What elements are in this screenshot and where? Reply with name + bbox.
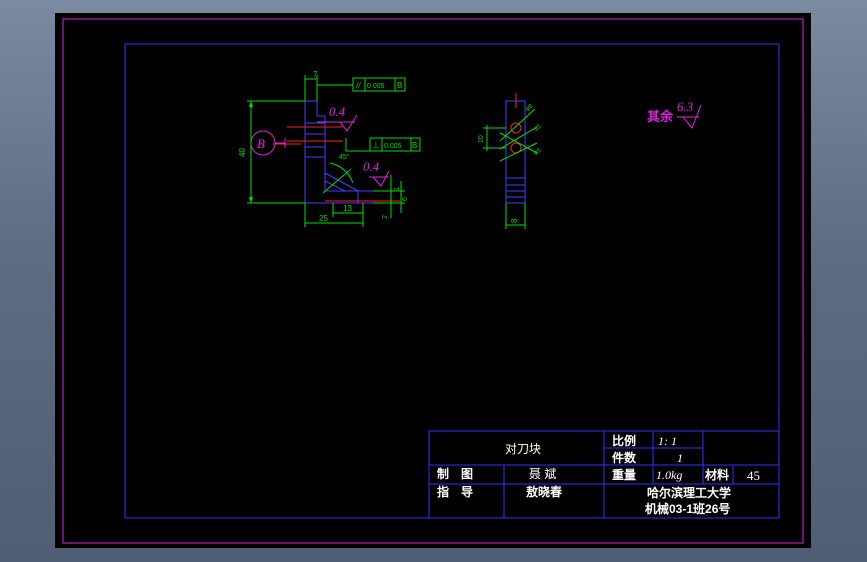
front-view: B 40 7 // 0.005 B 0.4 ⊥ 0.005 B 45° 0.4 … bbox=[238, 70, 421, 227]
dim-side-10: 10 bbox=[478, 135, 485, 143]
dim-hole-2: φ5 bbox=[533, 124, 543, 133]
part-name: 对刀块 bbox=[505, 442, 541, 456]
tolerance-parallel: // 0.005 B bbox=[352, 77, 406, 92]
scale-label: 比例 bbox=[612, 433, 636, 448]
qty-value: 1 bbox=[677, 451, 683, 465]
dim-angle-45: 45° bbox=[339, 153, 350, 161]
roughness-rest: 其余 6.3 bbox=[647, 99, 702, 129]
weight-value: 1.0kg bbox=[656, 468, 682, 482]
tolerance-perpendicular: ⊥ 0.005 B bbox=[369, 137, 421, 152]
qty-label: 件数 bbox=[612, 450, 637, 465]
dim-side-8: 8 bbox=[510, 218, 519, 223]
dim-height-40: 40 bbox=[238, 148, 247, 157]
drawn-label: 制 图 bbox=[437, 466, 473, 481]
datum-b-label: B bbox=[257, 136, 265, 151]
school-name: 哈尔滨理工大学 bbox=[647, 485, 731, 500]
svg-text:0.005: 0.005 bbox=[367, 83, 385, 90]
svg-text:B: B bbox=[412, 141, 417, 150]
dim-inner-13: 13 bbox=[343, 204, 352, 213]
dim-width-25: 25 bbox=[319, 214, 328, 223]
scale-value: 1: 1 bbox=[658, 434, 677, 448]
checked-by: 敖晓春 bbox=[526, 484, 563, 499]
drawn-by: 聂 斌 bbox=[529, 467, 556, 481]
inner-border bbox=[124, 43, 780, 519]
class-number: 机械03-1班26号 bbox=[645, 501, 730, 516]
side-outline bbox=[505, 100, 526, 204]
roughness-top: 0.4 bbox=[329, 104, 346, 119]
svg-text:⊥: ⊥ bbox=[372, 140, 380, 150]
material-value: 45 bbox=[747, 468, 760, 483]
svg-text:6: 6 bbox=[402, 197, 409, 201]
svg-text:B: B bbox=[397, 81, 402, 90]
outer-frame bbox=[62, 18, 804, 544]
dim-hole-3: φ5 bbox=[533, 148, 543, 157]
svg-text:1: 1 bbox=[394, 187, 401, 191]
svg-text://: // bbox=[355, 81, 361, 90]
title-block: 对刀块 比例 1: 1 件数 1 制 图 聂 斌 重量 1.0kg 材料 45 … bbox=[428, 430, 780, 519]
svg-text:0.005: 0.005 bbox=[384, 143, 402, 150]
svg-text:其余: 其余 bbox=[647, 109, 674, 124]
dim-top-7: 7 bbox=[313, 70, 318, 79]
material-label: 材料 bbox=[704, 467, 729, 482]
side-view: φ8 φ5 φ5 10 8 bbox=[478, 93, 543, 229]
checked-label: 指 导 bbox=[437, 484, 473, 499]
svg-text:2: 2 bbox=[382, 215, 389, 219]
cad-viewport[interactable]: B 40 7 // 0.005 B 0.4 ⊥ 0.005 B 45° 0.4 … bbox=[55, 13, 811, 548]
roughness-mid: 0.4 bbox=[363, 159, 380, 174]
svg-text:6.3: 6.3 bbox=[677, 99, 694, 114]
weight-label: 重量 bbox=[612, 467, 636, 482]
drawing-sheet: B 40 7 // 0.005 B 0.4 ⊥ 0.005 B 45° 0.4 … bbox=[62, 18, 804, 544]
